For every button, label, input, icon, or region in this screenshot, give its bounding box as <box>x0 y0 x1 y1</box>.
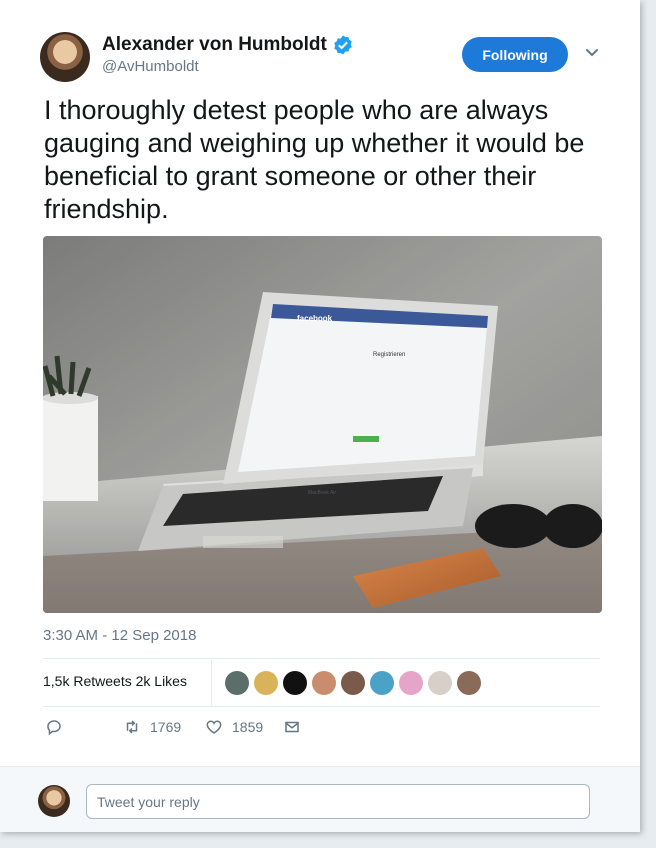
tweet-stats: 1,5k Retweets 2k Likes <box>43 660 600 706</box>
author-name[interactable]: Alexander von Humboldt <box>102 34 327 56</box>
liker-avatar[interactable] <box>457 671 481 695</box>
verified-badge-icon <box>334 35 352 55</box>
retweets-count-link[interactable]: 1,5k Retweets <box>43 673 132 689</box>
like-action[interactable]: 1859 <box>205 718 263 736</box>
liker-avatar[interactable] <box>225 671 249 695</box>
laptop-label-text: MacBook Air <box>308 490 336 496</box>
direct-message-action[interactable] <box>283 718 301 736</box>
like-count: 1859 <box>232 719 264 735</box>
divider-top <box>43 658 600 659</box>
author-avatar[interactable] <box>40 32 90 82</box>
current-user-avatar <box>38 785 70 817</box>
tweet-timestamp[interactable]: 3:30 AM - 12 Sep 2018 <box>43 627 196 644</box>
tweet-text: I thoroughly detest people who are alway… <box>44 95 585 224</box>
stats-vertical-divider <box>211 660 212 706</box>
reply-icon <box>47 720 61 736</box>
chevron-down-icon[interactable] <box>584 44 600 60</box>
tweet-actions: 1769 1859 <box>43 716 600 744</box>
likes-count-link[interactable]: 2k Likes <box>136 673 187 689</box>
stats-text: 1,5k Retweets 2k Likes <box>43 673 187 689</box>
laptop-photo-illustration: facebook Registrieren MacBook Air <box>43 236 602 613</box>
reply-action[interactable] <box>45 718 63 736</box>
reply-input[interactable] <box>86 784 590 819</box>
tweet-card: Alexander von Humboldt @AvHumboldt Follo… <box>0 0 640 832</box>
author-name-row: Alexander von Humboldt <box>102 34 354 56</box>
tweet-header: Alexander von Humboldt @AvHumboldt Follo… <box>0 0 640 90</box>
liker-avatar[interactable] <box>370 671 394 695</box>
liker-avatars <box>225 671 486 695</box>
liker-avatar[interactable] <box>428 671 452 695</box>
retweet-icon <box>126 720 138 734</box>
retweet-count: 1769 <box>150 719 182 735</box>
author-handle[interactable]: @AvHumboldt <box>102 58 199 75</box>
screen-brand-text: facebook <box>297 314 333 323</box>
reply-bar <box>0 766 640 832</box>
following-button[interactable]: Following <box>462 37 568 72</box>
retweet-action[interactable]: 1769 <box>123 718 181 736</box>
screen-heading-text: Registrieren <box>373 352 405 358</box>
liker-avatar[interactable] <box>341 671 365 695</box>
heart-icon <box>206 720 222 734</box>
liker-avatar[interactable] <box>312 671 336 695</box>
liker-avatar[interactable] <box>254 671 278 695</box>
liker-avatar[interactable] <box>283 671 307 695</box>
divider-bottom <box>43 706 600 707</box>
tweet-photo[interactable]: facebook Registrieren MacBook Air <box>43 236 602 613</box>
envelope-icon <box>285 721 299 733</box>
liker-avatar[interactable] <box>399 671 423 695</box>
